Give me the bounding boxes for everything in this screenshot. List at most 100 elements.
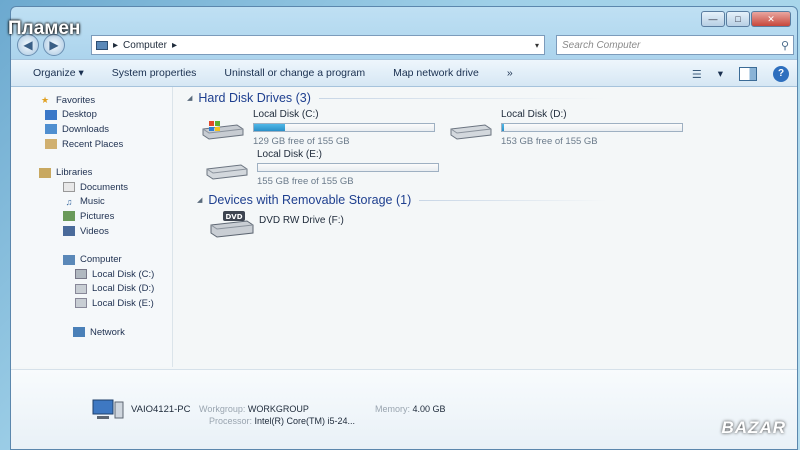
drive-d-usage-bar xyxy=(501,123,683,132)
maximize-button[interactable]: □ xyxy=(726,11,750,27)
search-input[interactable]: Search Computer ⚲ xyxy=(556,35,794,55)
workgroup-value: WORKGROUP xyxy=(247,404,309,414)
search-icon[interactable]: ⚲ xyxy=(781,39,789,52)
disk-icon xyxy=(75,269,87,280)
memory-info: Memory: 4.00 GB xyxy=(375,404,446,414)
processor-info: Processor: Intel(R) Core(TM) i5-24... xyxy=(209,416,355,426)
windows-disk-icon xyxy=(202,121,244,140)
group-rule xyxy=(318,97,607,99)
nav-favorites[interactable]: ★ Favorites xyxy=(11,93,172,108)
nav-local-disk-d[interactable]: Local Disk (D:) xyxy=(11,282,172,297)
nav-videos[interactable]: Videos xyxy=(11,224,172,239)
drive-e[interactable]: Local Disk (E:) 155 GB free of 155 GB xyxy=(205,149,445,191)
nav-desktop[interactable]: Desktop xyxy=(11,108,172,123)
memory-value: 4.00 GB xyxy=(412,404,446,414)
group-hard-disk-drives[interactable]: ◢ Hard Disk Drives (3) xyxy=(187,89,607,107)
computer-icon xyxy=(63,254,75,265)
desktop-icon xyxy=(45,109,57,120)
drive-d-free-space: 153 GB free of 155 GB xyxy=(501,136,598,147)
dvd-icon-label: DVD xyxy=(225,213,242,221)
nav-pictures[interactable]: Pictures xyxy=(11,209,172,224)
nav-recent-places[interactable]: Recent Places xyxy=(11,137,172,152)
drive-d[interactable]: Local Disk (D:) 153 GB free of 155 GB xyxy=(449,109,689,151)
group-removable-storage[interactable]: ◢ Devices with Removable Storage (1) xyxy=(197,191,607,209)
workgroup-label: Workgroup: xyxy=(199,404,246,414)
pc-name: VAIO4121-PC xyxy=(131,404,191,415)
dvd-drive-name: DVD RW Drive (F:) xyxy=(259,215,344,226)
nav-documents[interactable]: Documents xyxy=(11,180,172,195)
drive-d-usage-fill xyxy=(502,124,505,131)
group-rule xyxy=(419,199,607,201)
forward-arrow-icon: ▶ xyxy=(49,38,59,52)
uninstall-program-button[interactable]: Uninstall or change a program xyxy=(224,67,365,79)
address-bar[interactable]: ▸ Computer ▸ ▾ xyxy=(91,35,545,55)
star-icon: ★ xyxy=(40,95,50,106)
drive-e-name: Local Disk (E:) xyxy=(257,149,323,160)
views-dropdown[interactable]: ▾ xyxy=(718,68,723,80)
disk-icon xyxy=(450,124,492,140)
downloads-icon xyxy=(45,124,57,135)
computer-icon xyxy=(96,40,108,50)
watermark-bottom-label: BAZAR xyxy=(721,418,786,437)
close-button[interactable]: ✕ xyxy=(751,11,791,27)
nav-downloads[interactable]: Downloads xyxy=(11,122,172,137)
more-commands-button[interactable]: » xyxy=(507,67,513,79)
file-list: ◢ Hard Disk Drives (3) Local Disk (C:) 1… xyxy=(179,87,783,377)
nav-computer[interactable]: Computer xyxy=(11,252,172,267)
drive-e-usage-bar xyxy=(257,163,439,172)
network-icon xyxy=(73,327,85,338)
drive-c-name: Local Disk (C:) xyxy=(253,109,319,120)
drive-e-free-space: 155 GB free of 155 GB xyxy=(257,176,354,187)
breadcrumb-trail-arrow[interactable]: ▸ xyxy=(172,40,177,51)
minimize-button[interactable]: — xyxy=(701,11,725,27)
music-icon: ♫ xyxy=(65,196,73,207)
recent-places-icon xyxy=(45,139,57,150)
back-arrow-icon: ◀ xyxy=(23,38,33,52)
toolbar-right: ☰ ▾ ? xyxy=(692,60,797,88)
command-bar: Organize ▾ System properties Uninstall o… xyxy=(11,59,797,87)
processor-value: Intel(R) Core(TM) i5-24... xyxy=(254,416,356,426)
drive-d-name: Local Disk (D:) xyxy=(501,109,567,120)
memory-label: Memory: xyxy=(375,404,411,414)
breadcrumb-computer[interactable]: Computer xyxy=(123,40,167,51)
breadcrumb-arrow[interactable]: ▸ xyxy=(113,40,118,51)
change-view-icon[interactable]: ☰ xyxy=(692,68,702,81)
drive-c[interactable]: Local Disk (C:) 129 GB free of 155 GB xyxy=(201,109,441,151)
details-pane: VAIO4121-PC Workgroup: WORKGROUP Memory:… xyxy=(11,369,797,449)
watermark-top-label: Пламен xyxy=(8,18,81,39)
search-placeholder: Search Computer xyxy=(562,39,641,51)
nav-libraries[interactable]: Libraries xyxy=(11,165,172,180)
nav-network[interactable]: Network xyxy=(11,325,172,340)
drive-c-usage-bar xyxy=(253,123,435,132)
videos-icon xyxy=(63,226,75,237)
navigation-pane: ★ Favorites Desktop Downloads Recent Plac… xyxy=(11,87,173,367)
organize-button[interactable]: Organize ▾ xyxy=(33,67,84,79)
collapse-arrow-icon[interactable]: ◢ xyxy=(197,196,202,204)
computer-icon xyxy=(92,399,124,419)
disk-icon xyxy=(75,283,87,294)
help-icon[interactable]: ? xyxy=(773,66,789,82)
processor-label: Processor: xyxy=(209,416,253,426)
nav-music[interactable]: ♫ Music xyxy=(11,195,172,210)
nav-local-disk-e[interactable]: Local Disk (E:) xyxy=(11,296,172,311)
explorer-window: — □ ✕ ◀ ▶ ▸ Computer ▸ ▾ ↻ Search Comput… xyxy=(10,6,798,450)
dvd-drive-icon: DVD xyxy=(210,211,254,238)
map-network-drive-button[interactable]: Map network drive xyxy=(393,67,479,79)
collapse-arrow-icon[interactable]: ◢ xyxy=(187,94,192,102)
address-row: ◀ ▶ ▸ Computer ▸ ▾ ↻ Search Computer ⚲ xyxy=(11,33,797,59)
title-bar: — □ ✕ xyxy=(11,7,797,33)
system-properties-button[interactable]: System properties xyxy=(112,67,197,79)
drive-c-free-space: 129 GB free of 155 GB xyxy=(253,136,350,147)
disk-icon xyxy=(206,164,248,180)
libraries-icon xyxy=(39,167,51,178)
drive-dvd[interactable]: DVD DVD RW Drive (F:) xyxy=(209,209,409,239)
preview-pane-icon[interactable] xyxy=(739,67,757,81)
content-area: ★ Favorites Desktop Downloads Recent Plac… xyxy=(11,87,797,449)
window-controls: — □ ✕ xyxy=(701,11,791,27)
disk-icon xyxy=(75,298,87,309)
address-dropdown[interactable]: ▾ xyxy=(530,41,544,50)
documents-icon xyxy=(63,182,75,193)
nav-local-disk-c[interactable]: Local Disk (C:) xyxy=(11,267,172,282)
